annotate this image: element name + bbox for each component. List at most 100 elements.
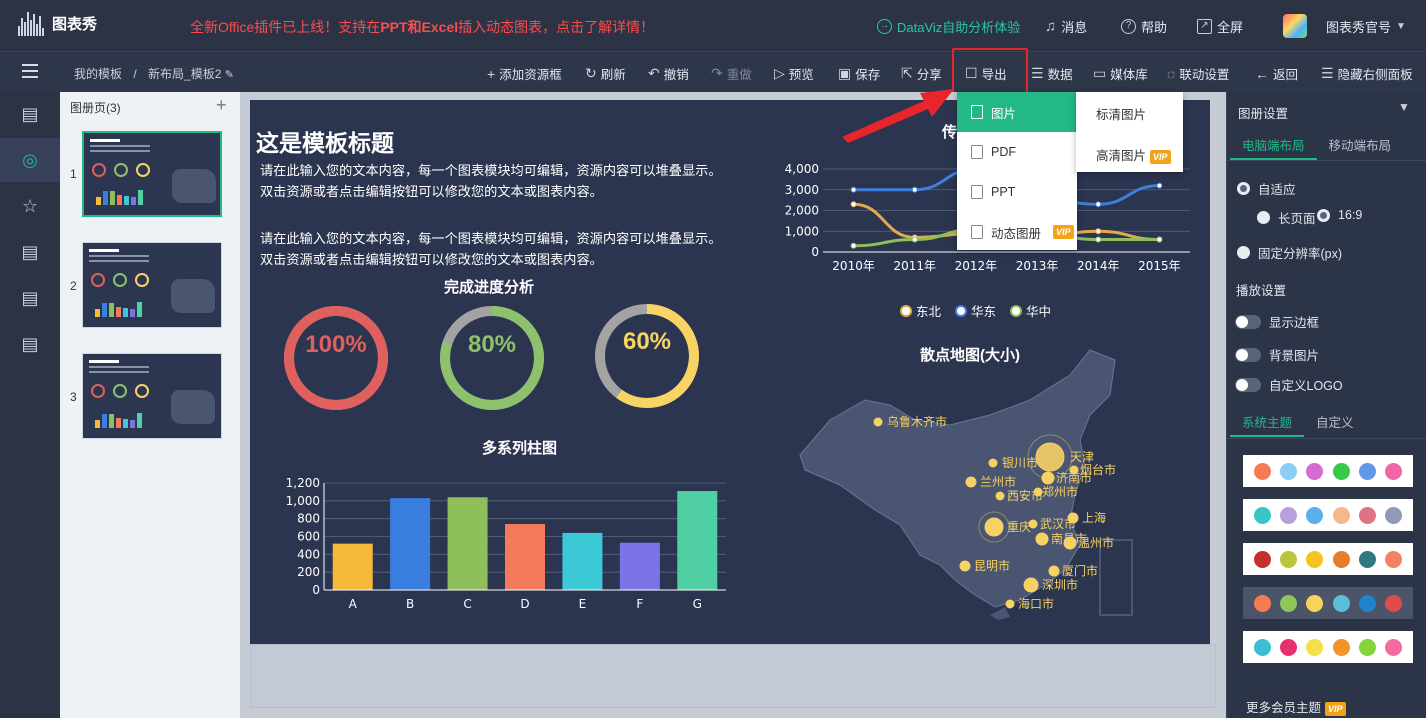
bar[interactable] — [562, 532, 603, 590]
hide-right-panel-button[interactable]: ☰ 隐藏右侧面板 — [1321, 64, 1413, 83]
help-button[interactable]: ? 帮助 — [1121, 17, 1167, 36]
undo-button[interactable]: ↶ 撤销 — [648, 64, 689, 83]
text-icon[interactable]: ▤ — [20, 242, 40, 262]
tab-system-theme[interactable]: 系统主题 — [1230, 409, 1305, 437]
export-ppt-item[interactable]: PPT — [957, 172, 1077, 212]
export-highlight-box — [952, 48, 1028, 94]
star-icon[interactable]: ☆ — [20, 196, 40, 216]
background-image-toggle[interactable]: 背景图片 — [1235, 345, 1319, 364]
hd-image-item[interactable]: 高清图片 VIP — [1096, 145, 1171, 164]
bar[interactable] — [619, 542, 660, 590]
legend-item[interactable]: 东北 — [900, 301, 941, 320]
line-point[interactable] — [1095, 228, 1102, 235]
fixed-resolution-radio[interactable]: 固定分辨率(px) — [1237, 243, 1342, 262]
line-point[interactable] — [1156, 182, 1163, 189]
redo-button[interactable]: ↷ 重做 — [711, 64, 752, 83]
map-point[interactable] — [1048, 565, 1060, 577]
map-point[interactable] — [984, 517, 1004, 537]
custom-logo-toggle[interactable]: 自定义LOGO — [1235, 375, 1343, 394]
long-page-radio[interactable]: 长页面 — [1257, 208, 1316, 227]
export-pdf-item[interactable]: PDF — [957, 132, 1077, 172]
logo[interactable]: 图表秀 — [18, 10, 97, 36]
edit-name-icon[interactable]: ✎ — [225, 69, 234, 81]
add-page-icon[interactable]: + — [216, 95, 227, 116]
line-point[interactable] — [1095, 236, 1102, 243]
messages-button[interactable]: ♫ 消息 — [1045, 17, 1087, 36]
refresh-button[interactable]: ↻ 刷新 — [585, 64, 626, 83]
slide-title[interactable]: 这是模板标题 — [256, 124, 394, 158]
promo-banner[interactable]: 全新Office插件已上线！支持在PPT和Excel插入动态图表，点击了解详情！ — [190, 17, 654, 37]
media-button[interactable]: ▭ 媒体库 — [1093, 64, 1148, 83]
data-button[interactable]: ☰ 数据 — [1031, 64, 1073, 83]
line-point[interactable] — [911, 236, 918, 243]
bar[interactable] — [390, 498, 431, 590]
ratio-radio[interactable]: 16:9 — [1317, 208, 1362, 222]
map-point[interactable] — [1023, 577, 1039, 593]
preview-button[interactable]: ▷ 预览 — [774, 64, 814, 83]
dataviz-link[interactable]: → DataViz自助分析体验 — [877, 17, 1020, 36]
page-thumbnail[interactable] — [82, 242, 222, 328]
map-point[interactable] — [1035, 532, 1049, 546]
toggle-label: 显示边框 — [1269, 316, 1320, 330]
line-point[interactable] — [1156, 236, 1163, 243]
vip-badge: VIP — [1150, 150, 1171, 164]
bar-y-tick: 800 — [297, 512, 320, 526]
line-point[interactable] — [911, 186, 918, 193]
link-settings-button[interactable]: ◌ 联动设置 — [1167, 64, 1229, 83]
line-y-tick: 1,000 — [785, 224, 819, 238]
theme-swatch — [1279, 462, 1297, 480]
theme-option[interactable] — [1243, 499, 1413, 531]
map-point[interactable] — [873, 417, 883, 427]
fullscreen-button[interactable]: ↗ 全屏 — [1197, 17, 1243, 36]
map-point[interactable] — [959, 560, 971, 572]
menu-icon[interactable] — [22, 64, 38, 78]
map-point[interactable] — [1005, 599, 1015, 609]
standard-image-item[interactable]: 标清图片 — [1096, 104, 1146, 123]
tab-custom-theme[interactable]: 自定义 — [1304, 409, 1366, 437]
adaptive-radio[interactable]: 自适应 — [1237, 179, 1296, 198]
export-image-item[interactable]: 图片 — [957, 92, 1077, 132]
map-point[interactable] — [1035, 442, 1065, 472]
back-button[interactable]: ← 返回 — [1255, 64, 1298, 83]
map-point[interactable] — [988, 458, 998, 468]
bar-y-tick: 1,000 — [286, 494, 320, 508]
theme-option[interactable] — [1243, 455, 1413, 487]
list-icon[interactable]: ▤ — [20, 334, 40, 354]
more-member-themes[interactable]: 更多会员主题 VIP — [1246, 697, 1346, 716]
tab-mobile-layout[interactable]: 移动端布局 — [1317, 132, 1404, 160]
account-menu[interactable]: 图表秀官号 ▼ — [1326, 17, 1406, 36]
map-point[interactable] — [965, 476, 977, 488]
add-resource-button[interactable]: + 添加资源框 — [487, 64, 562, 83]
map-point[interactable] — [1041, 471, 1055, 485]
bar[interactable] — [505, 524, 545, 590]
page-thumbnail[interactable] — [82, 131, 222, 217]
map-point[interactable] — [995, 491, 1005, 501]
legend-item[interactable]: 华中 — [1010, 301, 1051, 320]
line-point[interactable] — [850, 201, 857, 208]
show-border-toggle[interactable]: 显示边框 — [1235, 312, 1319, 331]
bar[interactable] — [332, 543, 373, 590]
theme-option[interactable] — [1243, 587, 1413, 619]
line-point[interactable] — [850, 242, 857, 249]
chart-icon[interactable]: ◎ — [20, 150, 40, 170]
slide-paragraph-2[interactable]: 请在此输入您的文本内容，每一个图表模块均可编辑，资源内容可以堆叠显示。双击资源或… — [260, 228, 730, 270]
avatar[interactable] — [1283, 14, 1307, 38]
export-dynamic-item[interactable]: 动态图册 VIP — [957, 212, 1077, 252]
legend-item[interactable]: 华东 — [955, 301, 996, 320]
theme-option[interactable] — [1243, 543, 1413, 575]
page-thumbnail[interactable] — [82, 353, 222, 439]
line-point[interactable] — [1095, 201, 1102, 208]
image-icon[interactable]: ▤ — [20, 288, 40, 308]
tab-desktop-layout[interactable]: 电脑端布局 — [1230, 132, 1317, 160]
bar[interactable] — [447, 497, 488, 590]
breadcrumb-root[interactable]: 我的模板 — [74, 67, 122, 81]
chevron-down-icon[interactable]: ▼ — [1398, 100, 1410, 114]
theme-swatch — [1332, 506, 1350, 524]
pages-icon[interactable]: ▤ — [20, 104, 40, 124]
line-point[interactable] — [850, 186, 857, 193]
theme-swatch — [1306, 506, 1324, 524]
slide-paragraph-1[interactable]: 请在此输入您的文本内容，每一个图表模块均可编辑，资源内容可以堆叠显示。双击资源或… — [260, 160, 730, 202]
bar[interactable] — [677, 491, 718, 590]
tab-divider — [1226, 438, 1426, 439]
theme-option[interactable] — [1243, 631, 1413, 663]
